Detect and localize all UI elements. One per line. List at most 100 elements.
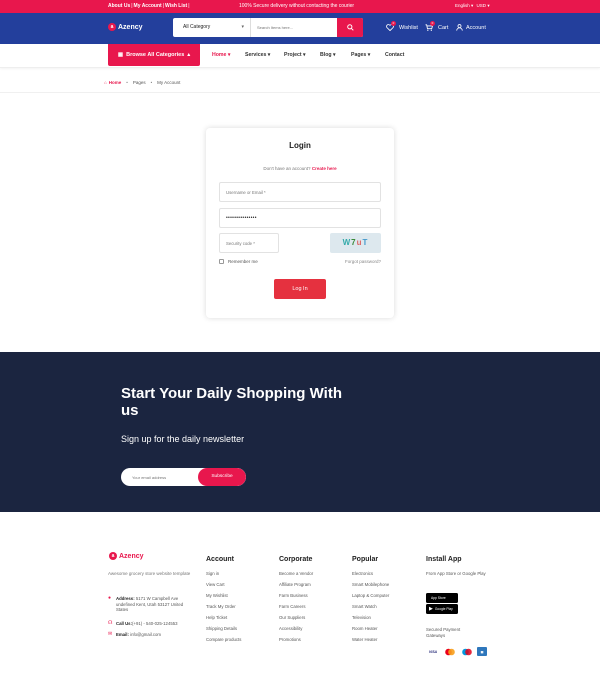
play-icon: ▶	[429, 606, 433, 612]
cart-button[interactable]: 0 Cart	[425, 21, 448, 31]
remember-me[interactable]: Remember me	[219, 259, 258, 264]
main-header: a Azency All Category ▾ 0 Wishlist 0 Car…	[0, 13, 600, 44]
logo-icon: a	[109, 552, 117, 560]
footer-col-title: Account	[206, 556, 234, 563]
subscribe-button[interactable]: Subscribe	[198, 468, 246, 486]
footer-email: ✉ Email: info@gmail.com	[108, 631, 161, 637]
nav-project[interactable]: Project ▾	[284, 52, 306, 58]
footer-col-title: Corporate	[279, 556, 313, 563]
nav-blog[interactable]: Blog ▾	[320, 52, 336, 58]
category-select[interactable]: All Category ▾	[173, 18, 251, 37]
nav-pages[interactable]: Pages ▾	[351, 52, 370, 58]
footer-col-install-app: Install App From App Store or Google Pla…	[426, 556, 496, 577]
payment-gateways: VISA ▦	[426, 647, 487, 656]
footer-link[interactable]: Become a Vendor	[279, 571, 313, 582]
footer-link[interactable]: Affiliate Program	[279, 582, 313, 593]
captcha-image: W7uT	[330, 233, 381, 253]
footer-link[interactable]: Farm Careers	[279, 604, 313, 615]
top-bar: About Us|My Account|Wish List| 100% Secu…	[0, 0, 600, 13]
main-nav: ▦ Browse All Categories ▴ Home ▾ Service…	[0, 44, 600, 68]
logo-icon: a	[108, 23, 116, 31]
wishlist-button[interactable]: 0 Wishlist	[386, 21, 418, 31]
footer-link[interactable]: Promotions	[279, 637, 313, 648]
grid-icon: ▦	[117, 52, 124, 58]
newsletter-subheading: Sign up for the daily newsletter	[121, 434, 245, 444]
footer-link[interactable]: Television	[352, 615, 389, 626]
footer-link[interactable]: Accessibility	[279, 626, 313, 637]
search-input[interactable]	[257, 22, 337, 33]
cart-icon: 0	[425, 21, 436, 31]
my-account-link[interactable]: My Account	[134, 3, 162, 9]
newsletter-heading: Start Your Daily Shopping With us	[121, 385, 342, 419]
home-icon: ⌂	[104, 80, 107, 85]
language-select[interactable]: English ▾	[455, 3, 473, 8]
browse-categories-button[interactable]: ▦ Browse All Categories ▴	[108, 44, 200, 66]
footer-link[interactable]: Laptop & Computer	[352, 593, 389, 604]
promo-text: 100% Secure delivery without contacting …	[239, 3, 355, 9]
app-store-button[interactable]: App Store	[426, 593, 458, 603]
newsletter-email-input[interactable]	[132, 472, 192, 482]
username-field[interactable]: Username or Email *	[219, 182, 381, 202]
location-pin-icon: ●	[108, 595, 112, 601]
login-card: Login Don't have an account? Create here…	[206, 128, 394, 318]
mail-icon: ✉	[108, 631, 113, 637]
footer-link[interactable]: Farm Business	[279, 593, 313, 604]
footer-link[interactable]: View Cart	[206, 582, 241, 593]
footer-link[interactable]: Compare products	[206, 637, 241, 648]
visa-icon: VISA	[426, 647, 440, 656]
login-button[interactable]: Log In	[274, 279, 326, 299]
user-icon	[456, 24, 463, 31]
footer-link[interactable]: My Wishlist	[206, 593, 241, 604]
search-icon	[346, 24, 354, 31]
footer-link[interactable]: Room Heater	[352, 626, 389, 637]
install-app-description: From App Store or Google Play	[426, 571, 486, 576]
cart-count: 0	[430, 21, 435, 26]
about-us-link[interactable]: About Us	[108, 3, 130, 9]
footer-link[interactable]: Help Ticket	[206, 615, 241, 626]
breadcrumb: ⌂ Home • Pages • My Account	[104, 80, 181, 85]
search-button[interactable]	[337, 18, 363, 37]
breadcrumb-home[interactable]: ⌂ Home	[104, 80, 121, 85]
currency-select[interactable]: USD ▾	[477, 3, 490, 8]
footer-logo[interactable]: a Azency	[109, 552, 144, 560]
footer-link[interactable]: Water Heater	[352, 637, 389, 648]
nav-home[interactable]: Home ▾	[212, 52, 230, 58]
footer-link[interactable]: Shipping Details	[206, 626, 241, 637]
footer-col-corporate: Corporate Become a Vendor Affiliate Prog…	[279, 556, 313, 648]
breadcrumb-pages[interactable]: Pages	[133, 80, 146, 85]
create-account-link[interactable]: Create here	[312, 166, 337, 171]
chevron-down-icon: ▾	[241, 24, 244, 30]
top-links: About Us|My Account|Wish List|	[108, 3, 190, 9]
account-button[interactable]: Account	[456, 24, 486, 31]
forgot-password-link[interactable]: Forgot password?	[345, 259, 381, 264]
heart-icon: 0	[386, 21, 397, 31]
security-code-field[interactable]: Security code *	[219, 233, 279, 253]
footer-col-title: Install App	[426, 556, 462, 563]
footer-col-account: Account Sign in View Cart My Wishlist Tr…	[206, 556, 241, 648]
divider	[0, 92, 600, 93]
wish-list-link[interactable]: Wish List	[165, 3, 187, 9]
no-account-text: Don't have an account? Create here	[263, 166, 337, 171]
footer-col-title: Popular	[352, 556, 379, 563]
footer-phone: ☊ Call Us:(+91) - 540-025-124553	[108, 620, 178, 626]
newsletter-form: Subscribe	[121, 468, 246, 486]
footer-link[interactable]: Electronics	[352, 571, 389, 582]
footer-link[interactable]: Track My Order	[206, 604, 241, 615]
footer-link[interactable]: Smart Watch	[352, 604, 389, 615]
footer-description: Awesome grocery store website template	[108, 571, 191, 576]
nav-contact[interactable]: Contact	[385, 52, 404, 58]
remember-checkbox[interactable]	[219, 259, 224, 264]
nav-services[interactable]: Services ▾	[245, 52, 270, 58]
search-bar: All Category ▾	[173, 18, 363, 37]
footer-link[interactable]: Smart Mobilephone	[352, 582, 389, 593]
site-logo[interactable]: a Azency	[108, 23, 143, 31]
locale-selectors: English ▾ USD ▾	[455, 3, 490, 9]
logo-text: Azency	[118, 23, 143, 31]
footer-link[interactable]: Sign in	[206, 571, 241, 582]
footer-col-popular: Popular Electronics Smart Mobilephone La…	[352, 556, 389, 648]
wishlist-count: 0	[391, 21, 396, 26]
google-play-button[interactable]: ▶ Google Play	[426, 604, 458, 614]
amex-icon: ▦	[477, 647, 487, 656]
footer-link[interactable]: Our Suppliers	[279, 615, 313, 626]
password-field[interactable]: •••••••••••••••	[219, 208, 381, 228]
